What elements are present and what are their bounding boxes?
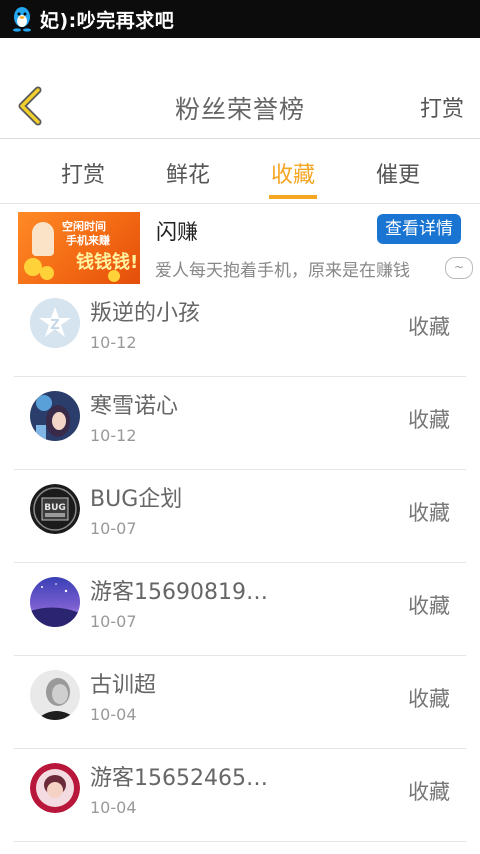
portrait-avatar-icon[interactable]	[30, 670, 80, 720]
fan-list: Z 叛逆的小孩 10-12 收藏 寒雪诺心 10-12 收藏 BUG BUG企划…	[14, 284, 466, 842]
fan-name: 叛逆的小孩	[90, 301, 201, 326]
bug-logo-avatar-icon[interactable]: BUG	[30, 484, 80, 534]
tab-collect[interactable]: 收藏	[253, 157, 333, 189]
notification-text: 妃):吵完再求吧	[40, 9, 175, 32]
page-title: 粉丝荣誉榜	[174, 95, 305, 124]
fan-action: 收藏	[408, 315, 450, 339]
fan-date: 10-04	[90, 798, 137, 817]
fan-action: 收藏	[408, 408, 450, 432]
fan-name: BUG企划	[90, 487, 183, 512]
status-bar: 妃):吵完再求吧	[0, 0, 480, 38]
reward-button[interactable]: 打赏	[420, 91, 464, 123]
qq-penguin-icon	[13, 7, 31, 32]
default-avatar-icon[interactable]: Z	[30, 298, 80, 348]
fan-action: 收藏	[408, 687, 450, 711]
list-item[interactable]: Z 叛逆的小孩 10-12 收藏	[14, 284, 466, 377]
fan-date: 10-04	[90, 705, 137, 724]
fan-date: 10-07	[90, 612, 137, 631]
tab-urge[interactable]: 催更	[358, 157, 438, 189]
list-item[interactable]: 游客15652465… 10-04 收藏	[14, 749, 466, 842]
fan-name: 游客15652465…	[90, 766, 268, 791]
ad-close-icon[interactable]: ~	[445, 257, 473, 279]
fan-name: 游客15690819…	[90, 580, 268, 605]
fan-name: 古训超	[90, 673, 157, 698]
fan-action: 收藏	[408, 501, 450, 525]
fan-date: 10-12	[90, 333, 137, 352]
fan-action: 收藏	[408, 594, 450, 618]
list-item[interactable]: 古训超 10-04 收藏	[14, 656, 466, 749]
ad-description: 爱人每天抱着手机，原来是在赚钱	[155, 261, 410, 281]
pink-avatar-icon[interactable]	[30, 763, 80, 813]
list-item[interactable]: BUG BUG企划 10-07 收藏	[14, 470, 466, 563]
active-tab-indicator	[269, 195, 317, 199]
list-item[interactable]: 游客15690819… 10-07 收藏	[14, 563, 466, 656]
svg-text:Z: Z	[50, 318, 59, 333]
person-illustration	[32, 222, 54, 256]
tab-flowers[interactable]: 鲜花	[148, 157, 228, 189]
list-item[interactable]: 寒雪诺心 10-12 收藏	[14, 377, 466, 470]
ad-title: 闪赚	[156, 220, 198, 244]
fan-date: 10-12	[90, 426, 137, 445]
ad-details-button[interactable]: 查看详情	[377, 214, 461, 244]
fan-date: 10-07	[90, 519, 137, 538]
ad-banner[interactable]: 空闲时间 手机来赚 钱钱钱! 闪赚 查看详情 爱人每天抱着手机，原来是在赚钱 ~	[0, 204, 480, 288]
header: 粉丝荣誉榜 打赏	[0, 38, 480, 139]
ad-image[interactable]: 空闲时间 手机来赚 钱钱钱!	[18, 212, 140, 284]
fan-name: 寒雪诺心	[90, 394, 179, 419]
ad-image-line-3: 钱钱钱!	[76, 252, 139, 273]
tab-bar: 打赏 鲜花 收藏 催更	[0, 139, 480, 203]
galaxy-avatar-icon[interactable]	[30, 577, 80, 627]
anime-girl-avatar-icon[interactable]	[30, 391, 80, 441]
coin-icon	[40, 266, 54, 280]
fan-action: 收藏	[408, 780, 450, 804]
ad-image-line-2: 手机来赚	[66, 234, 110, 247]
tab-reward[interactable]: 打赏	[43, 157, 123, 189]
svg-text:BUG: BUG	[44, 503, 66, 513]
